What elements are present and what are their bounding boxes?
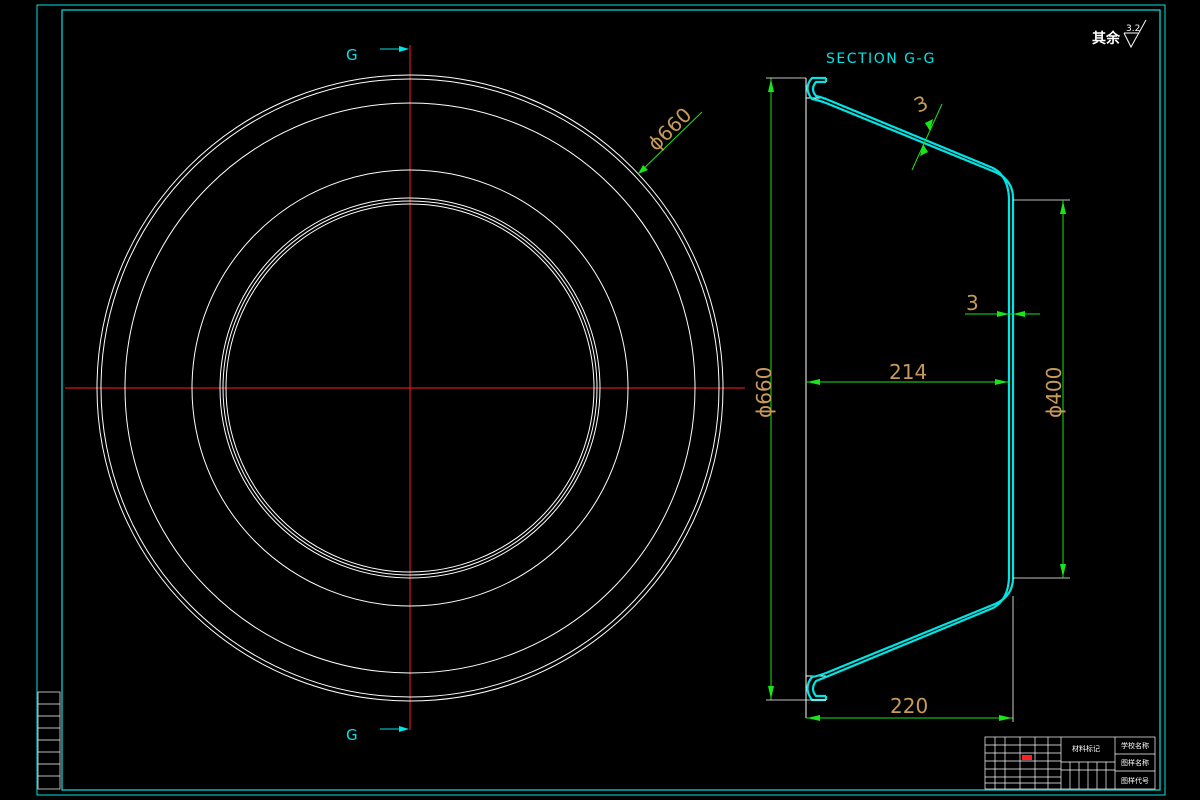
inner-depth-dim: 214 [806, 360, 1009, 385]
bottom-thickness-label: 3 [966, 291, 979, 315]
bottom-thickness-dim: 3 [965, 291, 1040, 317]
slope-thickness-dim: 3 [910, 90, 943, 171]
overall-depth-dim: 220 [806, 596, 1014, 722]
drawing-name: 图样名称 [1121, 758, 1149, 767]
section-title: SECTION G-G [826, 51, 936, 67]
plan-diameter-label: ϕ660 [643, 103, 697, 156]
outer-sheet-border [36, 4, 1166, 796]
section-marker-bottom: G [346, 726, 409, 744]
binding-strip [37, 691, 61, 790]
inner-depth-label: 214 [889, 360, 927, 384]
slope-thickness-label: 3 [910, 90, 931, 117]
overall-depth-label: 220 [890, 694, 928, 718]
plan-diameter-leader: ϕ660 [637, 103, 703, 175]
title-block: 材料标记 学校名称 图样名称 图样代号 [984, 736, 1156, 790]
surface-finish-symbol: 其余 3.2 [1092, 19, 1147, 49]
cad-drawing-canvas: G G ϕ660 SECTION G-G ϕ660 3 3 214 ϕ400 2… [36, 4, 1166, 796]
surface-finish-prefix: 其余 [1092, 30, 1121, 47]
section-profile [806, 76, 1015, 702]
title-block-red-mark [1022, 755, 1032, 760]
drawing-code: 图样代号 [1121, 776, 1149, 785]
section-outer-diameter-label: ϕ660 [752, 367, 776, 418]
section-marker-top: G [346, 46, 409, 64]
school-name: 学校名称 [1121, 741, 1149, 750]
bottom-diameter-dim: ϕ400 [1013, 199, 1070, 579]
section-view: SECTION G-G ϕ660 3 3 214 ϕ400 220 [752, 51, 1070, 722]
section-letter-top: G [346, 46, 358, 64]
material-mark: 材料标记 [1072, 744, 1100, 753]
section-outer-diameter-dim: ϕ660 [752, 77, 826, 701]
plan-view: G G ϕ660 [65, 45, 745, 744]
bottom-diameter-label: ϕ400 [1042, 367, 1066, 418]
section-letter-bottom: G [346, 726, 358, 744]
